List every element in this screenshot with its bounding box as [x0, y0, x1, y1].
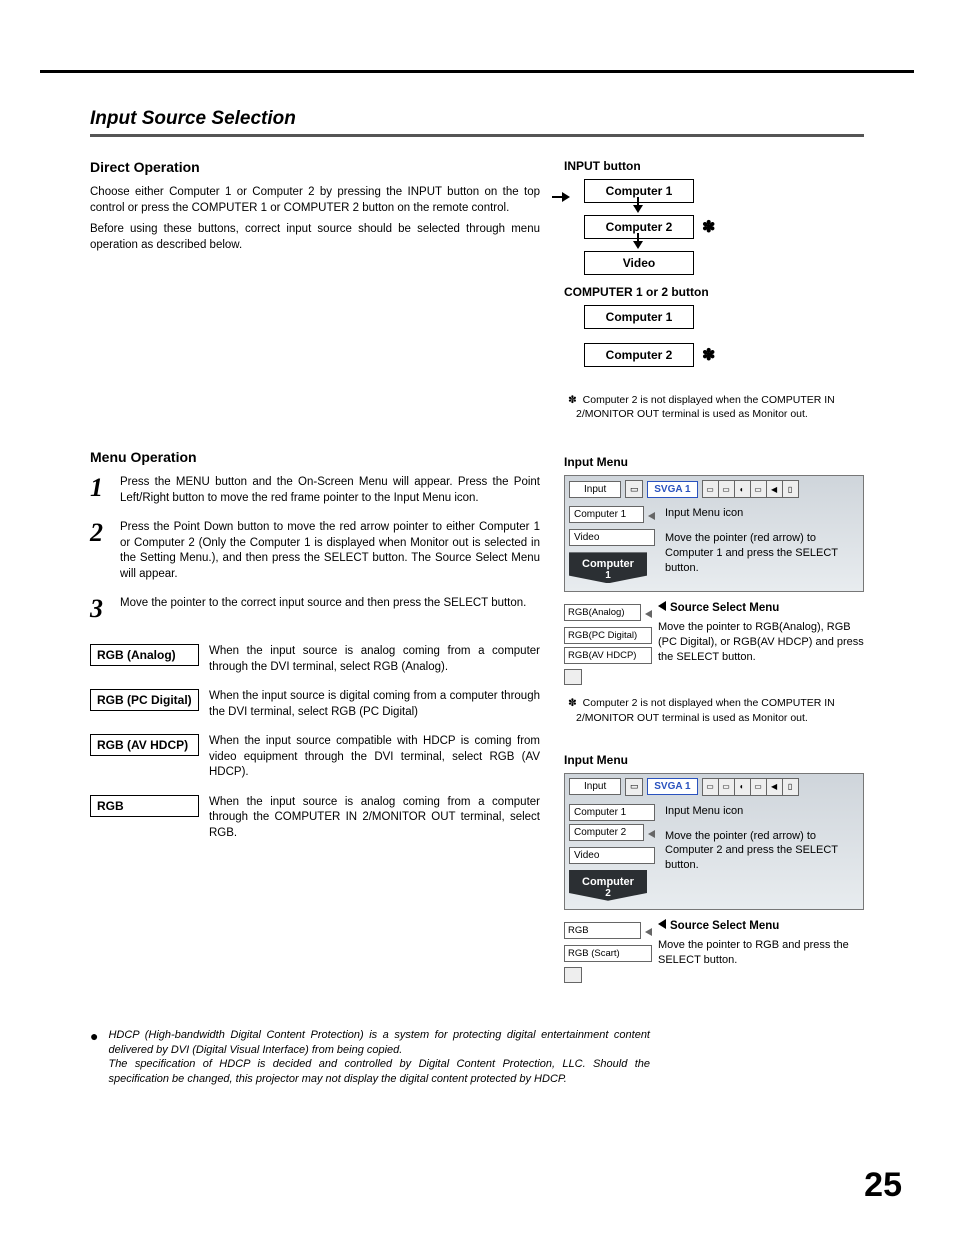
step-body-3: Move the pointer to the correct input so… — [120, 596, 540, 622]
footnote-p1: HDCP (High-bandwidth Digital Content Pro… — [108, 1028, 650, 1058]
bullet-icon: ● — [90, 1028, 98, 1087]
ssm-note-1: Move the pointer to RGB(Analog), RGB (PC… — [658, 620, 864, 665]
inputmenu-heading-2: Input Menu — [564, 753, 864, 767]
move-note-1: Move the pointer (red arrow) to Computer… — [665, 531, 859, 576]
section-title: Input Source Selection — [90, 108, 864, 130]
left-arrow-icon — [648, 512, 655, 520]
input-menu-icon-label: Input Menu icon — [665, 506, 859, 521]
computer-badge-2: Computer2 — [569, 870, 647, 901]
menu-mock-1: Input ▭ SVGA 1 ▭▭◐▭◀▯ Computer 1 Video — [564, 475, 864, 592]
left-arrow-icon-3 — [658, 601, 666, 611]
left-arrow-icon-4 — [648, 830, 655, 838]
src-rgb-analog: RGB(Analog) — [564, 604, 641, 621]
arrow-in-icon — [562, 189, 570, 207]
direct-heading: Direct Operation — [90, 159, 540, 175]
page-number: 25 — [864, 1166, 902, 1205]
menu-tab-input-2: Input — [569, 778, 621, 795]
top-rule — [40, 70, 914, 73]
src2-rgb: RGB — [564, 922, 641, 939]
left-arrow-icon-2 — [645, 610, 652, 618]
ssm-label-1: Source Select Menu — [670, 602, 779, 614]
src2-scart: RGB (Scart) — [564, 945, 652, 962]
step-body-2: Press the Point Down button to move the … — [120, 520, 540, 582]
direct-p1: Choose either Computer 1 or Computer 2 b… — [90, 185, 540, 216]
computer-badge-1: Computer1 — [569, 552, 647, 583]
rgb-row-hdcp: RGB (AV HDCP) When the input source comp… — [90, 734, 540, 781]
rgb-analog-body: When the input source is analog coming f… — [209, 644, 540, 675]
comp-button-label: COMPUTER 1 or 2 button — [564, 285, 864, 299]
flow-computer1: Computer 1 — [584, 179, 694, 203]
menu-mock-2: Input ▭ SVGA 1 ▭▭◐▭◀▯ Computer 1 Compute… — [564, 773, 864, 910]
input-icon: ▭ — [625, 480, 643, 498]
step-num-3: 3 — [90, 596, 110, 622]
section-rule — [90, 134, 864, 137]
signal-label: SVGA 1 — [647, 481, 697, 498]
return-icon — [564, 669, 582, 685]
flow-computer1-b: Computer 1 — [584, 305, 694, 329]
footnote-block: ● HDCP (High-bandwidth Digital Content P… — [90, 1028, 650, 1087]
inputmenu-heading-1: Input Menu — [564, 455, 864, 469]
input-menu-icon-label-2: Input Menu icon — [665, 804, 859, 819]
menu-heading: Menu Operation — [90, 449, 540, 465]
ssm-note-2: Move the pointer to RGB and press the SE… — [658, 938, 864, 968]
rgb-digital-label: RGB (PC Digital) — [90, 689, 199, 711]
menu-iconstrip: ▭▭◐▭◀▯ — [702, 480, 799, 498]
step-3: 3 Move the pointer to the correct input … — [90, 596, 540, 622]
asterisk-1: ✽ — [702, 217, 715, 237]
move-note-2: Move the pointer (red arrow) to Computer… — [665, 829, 859, 874]
rgb-row-digital: RGB (PC Digital) When the input source i… — [90, 689, 540, 720]
ssm-label-2: Source Select Menu — [670, 920, 779, 932]
src-rgb-hdcp: RGB(AV HDCP) — [564, 647, 652, 664]
src-rgb-digital: RGB(PC Digital) — [564, 627, 652, 644]
input-button-label: INPUT button — [564, 159, 864, 173]
flow-video: Video — [584, 251, 694, 275]
menu2-item-c2: Computer 2 — [569, 824, 644, 841]
rgb-digital-body: When the input source is digital coming … — [209, 689, 540, 720]
step-1: 1 Press the MENU button and the On-Scree… — [90, 475, 540, 506]
menu-item-c1: Computer 1 — [569, 506, 644, 523]
rgb-row-plain: RGB When the input source is analog comi… — [90, 795, 540, 842]
diagram-note: ✽ Computer 2 is not displayed when the C… — [576, 393, 864, 421]
rgb-row-analog: RGB (Analog) When the input source is an… — [90, 644, 540, 675]
return-icon-2 — [564, 967, 582, 983]
input-icon-2: ▭ — [625, 778, 643, 796]
step-num-1: 1 — [90, 475, 110, 506]
left-arrow-icon-6 — [658, 919, 666, 929]
asterisk-2: ✽ — [702, 345, 715, 365]
step-2: 2 Press the Point Down button to move th… — [90, 520, 540, 582]
down-arrow-icon-2 — [633, 241, 643, 249]
rgb-plain-label: RGB — [90, 795, 199, 817]
flow-computer2: Computer 2 — [584, 215, 694, 239]
step-body-1: Press the MENU button and the On-Screen … — [120, 475, 540, 506]
menu-item-video: Video — [569, 529, 655, 546]
ast-note-2: ✽ Computer 2 is not displayed when the C… — [576, 696, 864, 724]
menu2-item-c1: Computer 1 — [569, 804, 655, 821]
direct-p2: Before using these buttons, correct inpu… — [90, 222, 540, 253]
rgb-analog-label: RGB (Analog) — [90, 644, 199, 666]
menu-iconstrip-2: ▭▭◐▭◀▯ — [702, 778, 799, 796]
flow-computer2-b: Computer 2 — [584, 343, 694, 367]
left-arrow-icon-5 — [645, 928, 652, 936]
menu-tab-input: Input — [569, 481, 621, 498]
menu2-item-video: Video — [569, 847, 655, 864]
rgb-hdcp-body: When the input source compatible with HD… — [209, 734, 540, 781]
signal-label-2: SVGA 1 — [647, 778, 697, 795]
rgb-hdcp-label: RGB (AV HDCP) — [90, 734, 199, 756]
rgb-plain-body: When the input source is analog coming f… — [209, 795, 540, 842]
footnote-p2: The specification of HDCP is decided and… — [108, 1057, 650, 1087]
down-arrow-icon — [633, 205, 643, 213]
step-num-2: 2 — [90, 520, 110, 582]
